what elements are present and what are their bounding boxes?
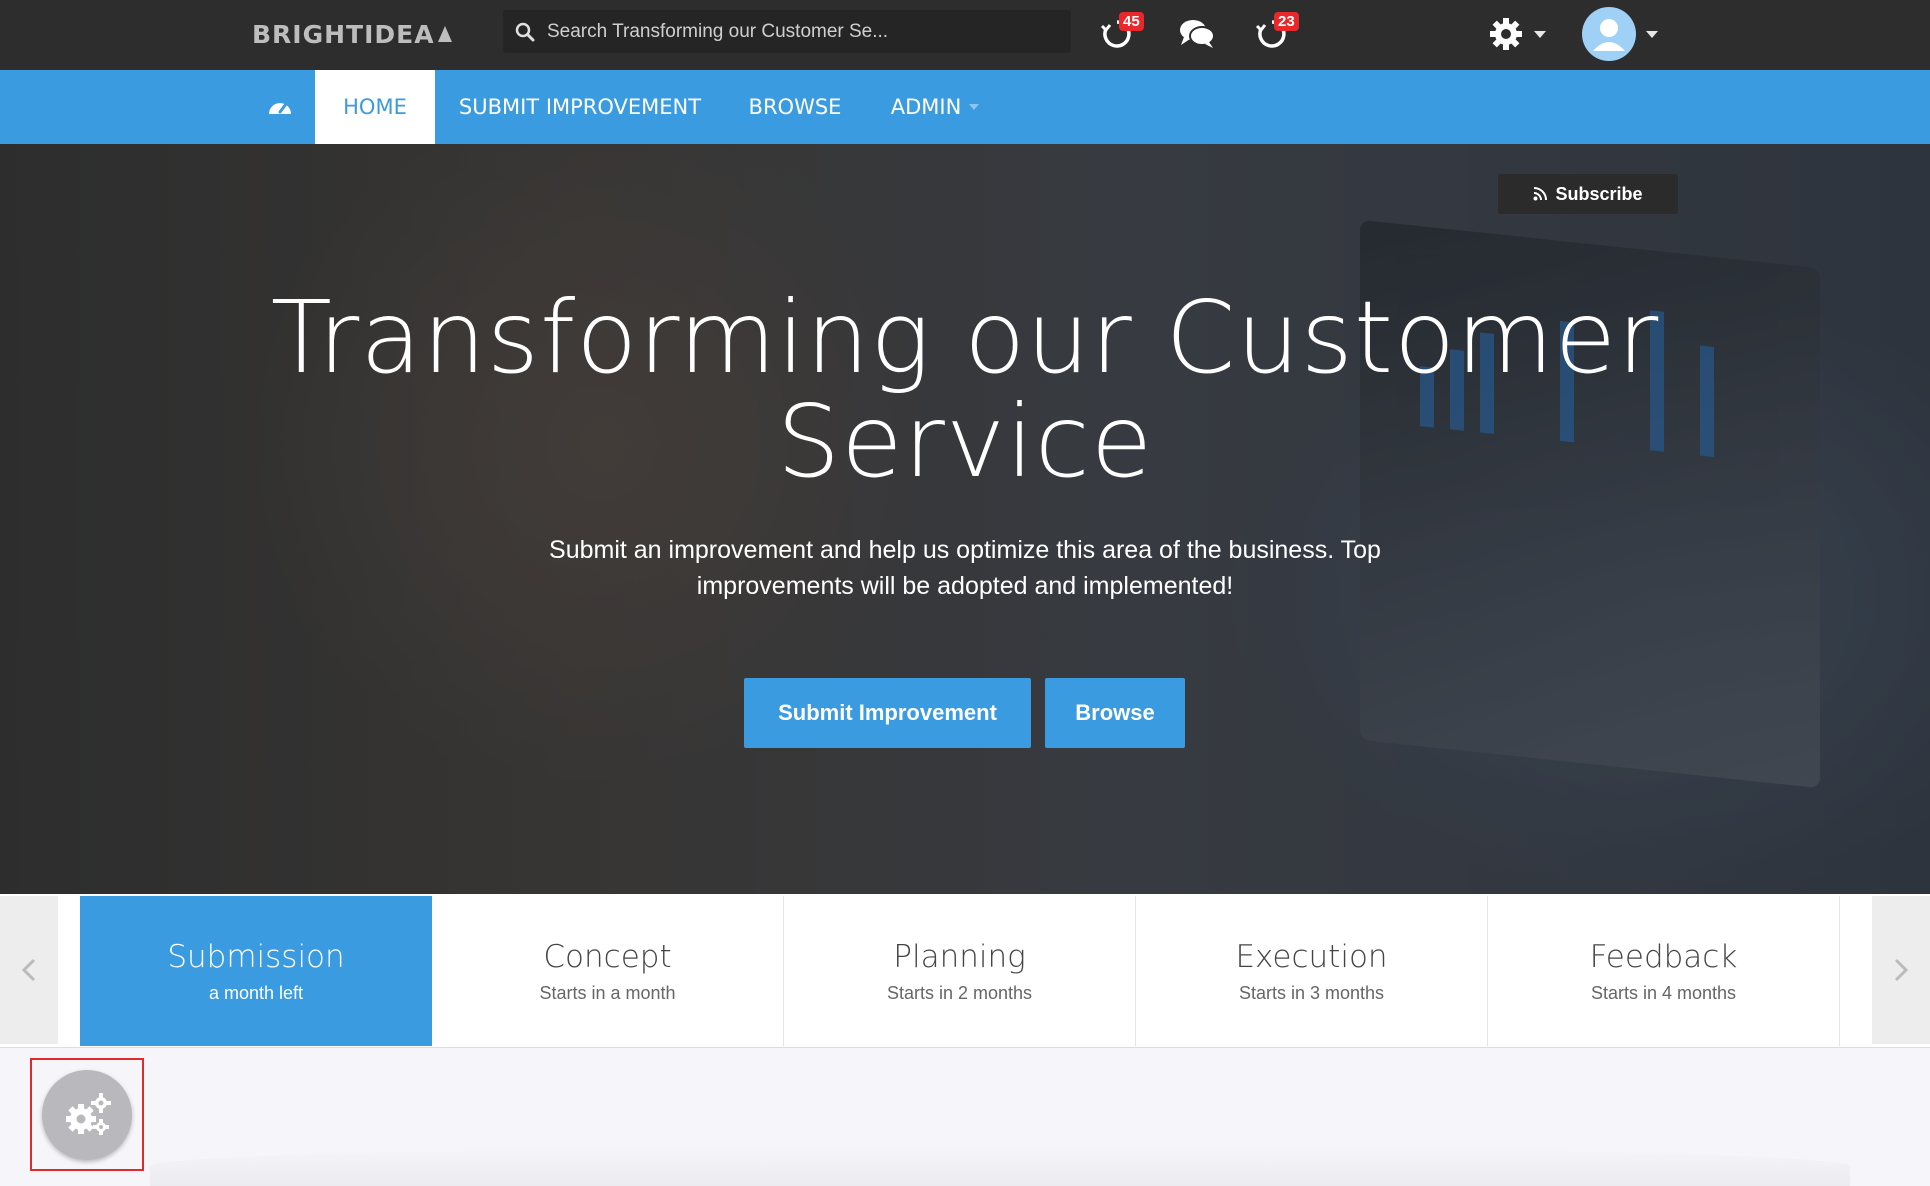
browse-label: Browse (1075, 700, 1155, 725)
search-icon[interactable] (503, 22, 547, 42)
submit-improvement-label: Submit Improvement (778, 700, 997, 725)
dashboard-gauge-icon (269, 102, 291, 114)
chevron-down-icon (1534, 30, 1546, 38)
chat-bubbles-icon (1180, 20, 1215, 48)
nav-browse-label: BROWSE (748, 95, 842, 119)
top-bar: BRIGHTIDEA 45 23 (0, 0, 1930, 70)
chevron-down-icon (1646, 30, 1658, 38)
search-input[interactable] (547, 20, 1071, 43)
phase-name: Execution (1235, 938, 1388, 975)
chevron-down-icon (969, 104, 980, 110)
content-area (0, 1048, 1930, 1186)
phase-timeline: Submission a month left Concept Starts i… (0, 894, 1930, 1048)
nav-admin-label: ADMIN (890, 95, 962, 119)
phase-prev-button[interactable] (0, 896, 58, 1044)
phase-submission[interactable]: Submission a month left (80, 896, 432, 1046)
nav-browse[interactable]: BROWSE (725, 70, 865, 144)
gears-icon (66, 1092, 111, 1135)
phase-name: Concept (543, 938, 672, 975)
nav-submit-improvement[interactable]: SUBMIT IMPROVEMENT (435, 70, 725, 144)
phase-time: Starts in 3 months (1238, 982, 1385, 1003)
submit-improvement-button[interactable]: Submit Improvement (744, 678, 1031, 748)
page-title: Transforming our Customer Service (200, 286, 1730, 494)
phase-feedback[interactable]: Feedback Starts in 4 months (1488, 896, 1840, 1046)
page-title-line-1: Transforming our Customer (270, 279, 1660, 396)
content-shadow (150, 1146, 1850, 1186)
subscribe-label: Subscribe (1555, 183, 1643, 204)
logo-mark-icon (437, 26, 452, 42)
notifications-badge: 45 (1119, 12, 1144, 31)
hero-overlay (0, 144, 1930, 894)
dashboard-link[interactable] (245, 70, 315, 144)
activity-badge: 23 (1274, 12, 1299, 31)
nav-submit-label: SUBMIT IMPROVEMENT (458, 95, 702, 119)
activity-button[interactable]: 23 (1250, 12, 1299, 56)
phase-time: Starts in a month (539, 982, 676, 1003)
chevron-right-icon (1894, 958, 1909, 982)
brand-logo[interactable]: BRIGHTIDEA (252, 14, 452, 54)
page-title-line-2: Service (776, 383, 1154, 500)
rss-icon (1533, 187, 1548, 201)
admin-tools-highlight (30, 1058, 144, 1171)
phase-name: Submission (167, 938, 345, 975)
phase-time: Starts in 4 months (1590, 982, 1737, 1003)
search-box (503, 10, 1071, 53)
logo-text: BRIGHTIDEA (252, 19, 435, 49)
phase-next-button[interactable] (1872, 896, 1930, 1044)
admin-tools-button[interactable] (42, 1069, 132, 1160)
phase-time: Starts in 2 months (886, 982, 1033, 1003)
phase-name: Planning (893, 938, 1026, 975)
chevron-left-icon (21, 958, 36, 982)
avatar (1582, 7, 1636, 61)
subscribe-button[interactable]: Subscribe (1498, 174, 1678, 214)
phase-concept[interactable]: Concept Starts in a month (432, 896, 784, 1046)
phase-time: a month left (208, 982, 304, 1003)
main-nav: HOME SUBMIT IMPROVEMENT BROWSE ADMIN (0, 70, 1930, 144)
browse-button[interactable]: Browse (1045, 678, 1185, 748)
user-silhouette-icon (1593, 19, 1625, 51)
settings-menu[interactable] (1488, 12, 1546, 56)
nav-home[interactable]: HOME (315, 70, 435, 144)
hero-banner: Subscribe Transforming our Customer Serv… (0, 144, 1930, 894)
hero-subtitle: Submit an improvement and help us optimi… (549, 536, 1381, 600)
phase-name: Feedback (1589, 938, 1738, 975)
phase-execution[interactable]: Execution Starts in 3 months (1136, 896, 1488, 1046)
user-menu[interactable] (1582, 4, 1658, 64)
phase-planning[interactable]: Planning Starts in 2 months (784, 896, 1136, 1046)
gear-icon (1490, 18, 1522, 50)
nav-admin[interactable]: ADMIN (865, 70, 1005, 144)
nav-home-label: HOME (343, 95, 407, 119)
messages-button[interactable] (1175, 12, 1219, 56)
notifications-button[interactable]: 45 (1095, 12, 1144, 56)
